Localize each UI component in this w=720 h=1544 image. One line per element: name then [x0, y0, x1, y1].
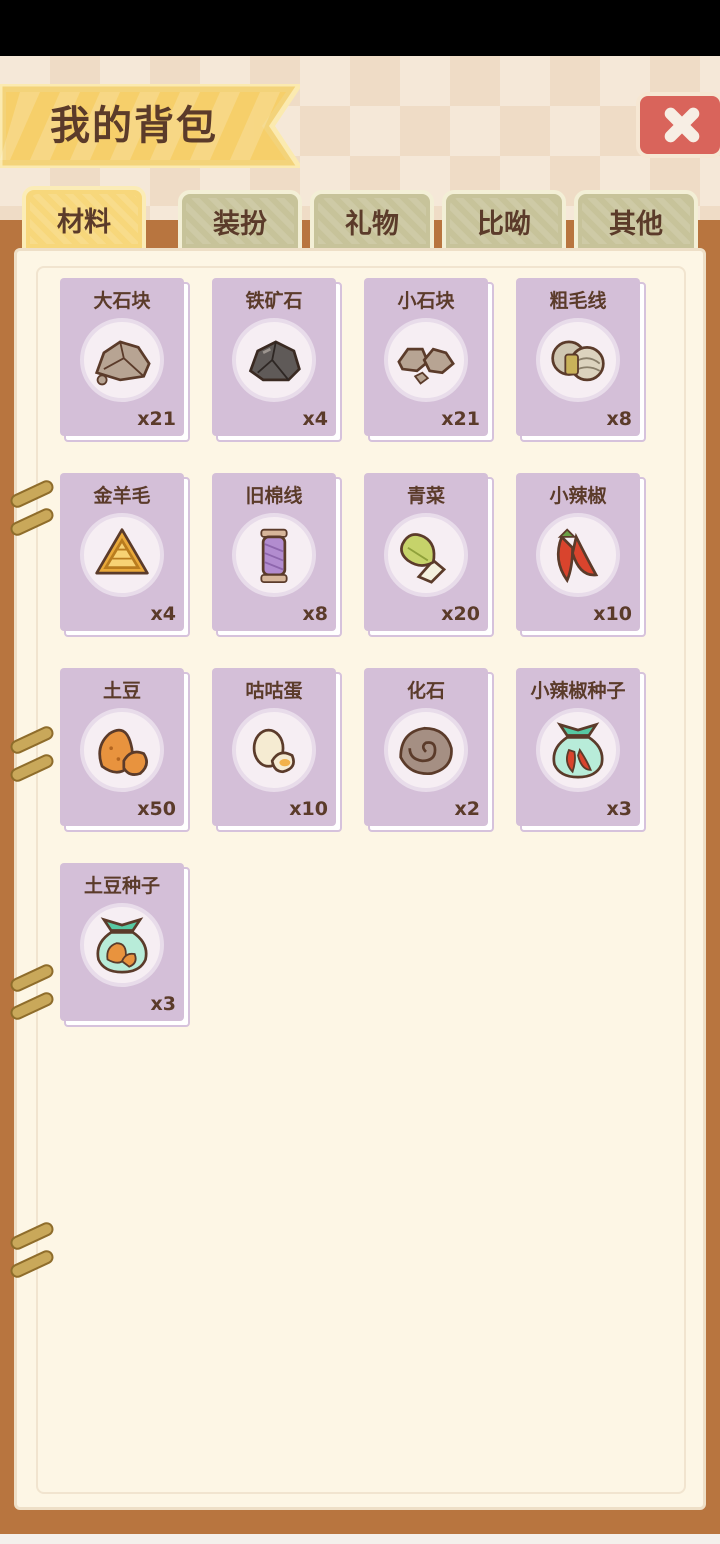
card-face: 旧棉线 x8 — [212, 473, 336, 631]
item-icon-frame — [80, 708, 164, 792]
item-name: 小辣椒种子 — [530, 680, 626, 702]
item-name: 土豆 — [102, 680, 141, 702]
item-name: 金羊毛 — [93, 485, 151, 507]
item-name: 土豆种子 — [83, 875, 160, 897]
item-name: 咕咕蛋 — [245, 680, 303, 702]
item-card[interactable]: 粗毛线 x8 — [516, 278, 646, 442]
item-card[interactable]: 旧棉线 x8 — [212, 473, 342, 637]
item-card[interactable]: 大石块 x21 — [60, 278, 190, 442]
item-icon-frame — [384, 708, 468, 792]
tab-label: 比呦 — [477, 208, 531, 240]
item-count: x10 — [289, 798, 328, 820]
item-card[interactable]: 土豆种子 x3 — [60, 863, 190, 1027]
item-icon-frame — [384, 513, 468, 597]
item-card[interactable]: 咕咕蛋 x10 — [212, 668, 342, 832]
page-title: 我的背包 — [50, 103, 218, 149]
item-icon-frame — [80, 318, 164, 402]
item-card[interactable]: 铁矿石 x4 — [212, 278, 342, 442]
bottom-strip — [0, 1534, 720, 1544]
item-icon-frame — [536, 513, 620, 597]
item-name: 大石块 — [93, 290, 151, 312]
item-card[interactable]: 小石块 x21 — [364, 278, 494, 442]
item-card[interactable]: 化石 x2 — [364, 668, 494, 832]
item-name: 小辣椒 — [549, 485, 607, 507]
card-face: 金羊毛 x4 — [60, 473, 184, 631]
card-face: 土豆种子 x3 — [60, 863, 184, 1021]
item-icon-frame — [232, 513, 316, 597]
cotton-spool-icon — [260, 528, 288, 584]
item-count: x3 — [150, 993, 176, 1015]
item-card[interactable]: 青菜 x20 — [364, 473, 494, 637]
item-icon-frame — [536, 708, 620, 792]
item-name: 化石 — [406, 680, 445, 702]
item-name: 铁矿石 — [245, 290, 303, 312]
card-face: 小辣椒 x10 — [516, 473, 640, 631]
coarse-yarn-icon — [551, 340, 605, 382]
tab-label: 其他 — [609, 208, 663, 240]
item-card[interactable]: 金羊毛 x4 — [60, 473, 190, 637]
item-name: 粗毛线 — [549, 290, 607, 312]
close-button[interactable] — [636, 92, 720, 158]
item-icon-frame — [80, 903, 164, 987]
item-card[interactable]: 土豆 x50 — [60, 668, 190, 832]
card-face: 化石 x2 — [364, 668, 488, 826]
item-count: x20 — [441, 603, 480, 625]
item-icon-frame — [536, 318, 620, 402]
tab-label: 材料 — [57, 206, 111, 238]
item-count: x50 — [137, 798, 176, 820]
chili-pepper-icon — [556, 528, 599, 584]
card-face: 土豆 x50 — [60, 668, 184, 826]
item-icon-frame — [232, 318, 316, 402]
iron-ore-icon — [248, 340, 301, 382]
item-count: x4 — [150, 603, 176, 625]
tab-0[interactable]: 材料 — [22, 186, 146, 252]
tab-label: 礼物 — [345, 208, 399, 240]
item-icon-frame — [80, 513, 164, 597]
item-count: x2 — [454, 798, 480, 820]
item-icon-frame — [384, 318, 468, 402]
tab-3[interactable]: 比呦 — [442, 190, 566, 252]
egg-icon — [252, 728, 295, 774]
item-icon-frame — [232, 708, 316, 792]
tab-2[interactable]: 礼物 — [310, 190, 434, 252]
big-rock-icon — [94, 340, 151, 386]
item-name: 旧棉线 — [245, 485, 303, 507]
card-face: 咕咕蛋 x10 — [212, 668, 336, 826]
card-face: 铁矿石 x4 — [212, 278, 336, 436]
card-face: 青菜 x20 — [364, 473, 488, 631]
item-count: x4 — [302, 408, 328, 430]
golden-wool-icon — [95, 528, 149, 575]
item-name: 小石块 — [397, 290, 455, 312]
fossil-icon — [399, 726, 453, 776]
card-face: 大石块 x21 — [60, 278, 184, 436]
potato-seed-bag-icon — [96, 917, 148, 974]
bok-choy-icon — [400, 533, 447, 584]
tab-1[interactable]: 装扮 — [178, 190, 302, 252]
item-count: x10 — [593, 603, 632, 625]
item-name: 青菜 — [406, 485, 445, 507]
small-rocks-icon — [397, 347, 455, 385]
chili-seed-bag-icon — [552, 722, 604, 779]
tab-label: 装扮 — [213, 208, 267, 240]
potato-icon — [98, 728, 148, 776]
item-count: x8 — [606, 408, 632, 430]
card-face: 小辣椒种子 x3 — [516, 668, 640, 826]
item-count: x21 — [441, 408, 480, 430]
card-face: 粗毛线 x8 — [516, 278, 640, 436]
item-card[interactable]: 小辣椒 x10 — [516, 473, 646, 637]
status-bar — [0, 0, 720, 56]
tab-4[interactable]: 其他 — [574, 190, 698, 252]
item-count: x21 — [137, 408, 176, 430]
item-count: x3 — [606, 798, 632, 820]
item-count: x8 — [302, 603, 328, 625]
item-card[interactable]: 小辣椒种子 x3 — [516, 668, 646, 832]
card-face: 小石块 x21 — [364, 278, 488, 436]
